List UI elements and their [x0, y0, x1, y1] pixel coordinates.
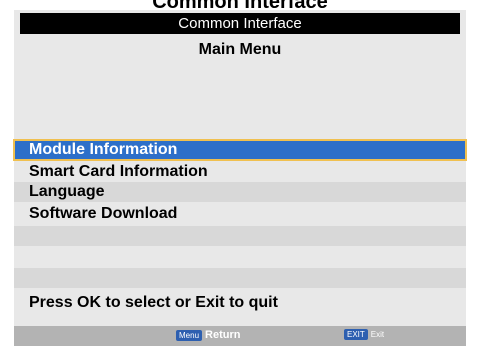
empty-row: [14, 226, 466, 246]
window-title: Common Interface: [178, 15, 302, 32]
menu-item-label: Smart Card Information: [29, 163, 208, 180]
common-interface-panel: Common Interface Main Menu Module Inform…: [13, 10, 467, 346]
empty-row: [14, 268, 466, 288]
menu-item-smart-card-information[interactable]: Smart Card Information: [14, 162, 466, 182]
footer-bar: Menu Return EXIT Exit: [14, 326, 466, 346]
return-label: Return: [205, 329, 241, 341]
title-bar: Common Interface: [20, 13, 460, 34]
empty-row: [14, 248, 466, 268]
menu-item-label: Language: [29, 183, 105, 200]
instruction-label: Press OK to select or Exit to quit: [29, 294, 278, 311]
menu-key-badge: Menu: [176, 329, 203, 341]
menu-item-language[interactable]: Language: [14, 182, 466, 202]
return-hint[interactable]: Menu Return: [176, 329, 240, 341]
menu-item-software-download[interactable]: Software Download: [14, 204, 466, 224]
exit-label: Exit: [370, 330, 385, 339]
spacer-row: [14, 118, 466, 138]
menu-item-label: Software Download: [29, 205, 178, 222]
menu-item-label: Module Information: [29, 141, 178, 158]
exit-hint[interactable]: EXIT Exit: [344, 329, 384, 340]
instruction-text: Press OK to select or Exit to quit: [14, 291, 466, 315]
menu-item-module-information[interactable]: Module Information: [13, 139, 467, 161]
exit-key-badge: EXIT: [344, 329, 368, 340]
page-title: Main Menu: [198, 41, 282, 58]
